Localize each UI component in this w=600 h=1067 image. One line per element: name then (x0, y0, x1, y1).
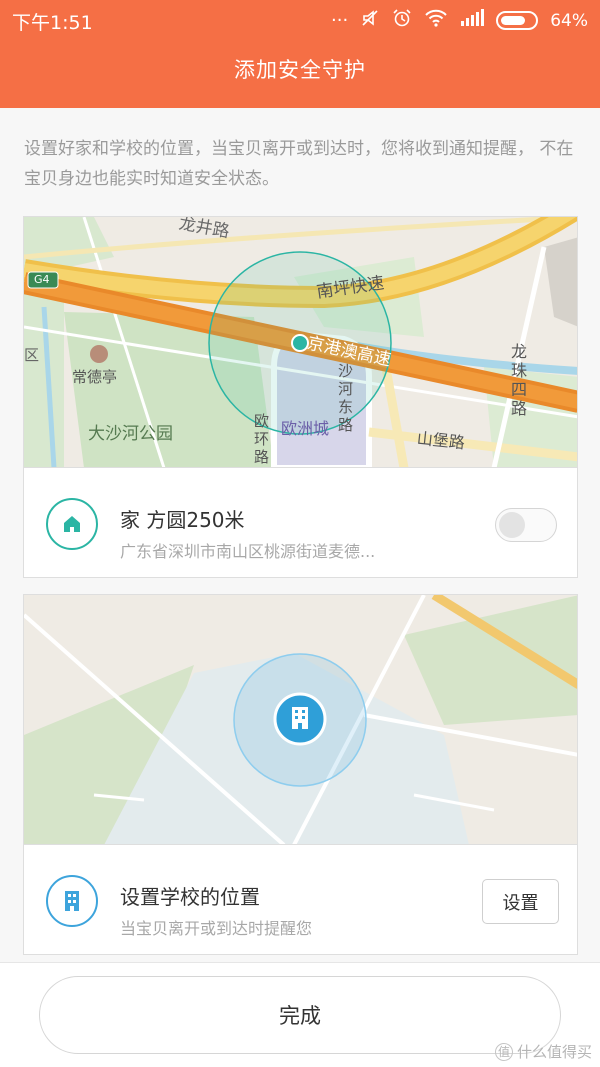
school-icon (46, 875, 98, 927)
intro-text: 设置好家和学校的位置，当宝贝离开或到达时，您将收到通知提醒， 不在宝贝身边也能实… (24, 139, 574, 189)
home-map[interactable]: 龙井路 G4 南坪快速 京港澳高速 区 常德亭 大沙河公园 欧洲城 沙河东路 欧… (24, 217, 577, 468)
map-label-highway-badge: G4 (34, 273, 50, 286)
watermark-text: 什么值得买 (516, 1043, 592, 1061)
map-label-park: 大沙河公园 (88, 424, 173, 444)
mute-icon (360, 8, 380, 33)
home-title: 家 方圆250米 (120, 508, 245, 532)
alarm-icon (392, 8, 412, 33)
map-label-district: 区 (24, 346, 40, 364)
app-header: 下午1:51 ··· 64% 添加安全守护 (0, 0, 600, 108)
map-label-village: 常德亭 (72, 368, 118, 386)
school-subtitle: 当宝贝离开或到达时提醒您 (120, 919, 313, 938)
watermark: 值 什么值得买 (494, 1041, 592, 1062)
battery-level: 64% (550, 10, 588, 31)
map-label-ouhuan-road: 欧环路 (254, 412, 270, 466)
home-address: 广东省深圳市南山区桃源街道麦德... (120, 542, 376, 561)
page-title: 添加安全守护 (234, 58, 366, 82)
bottom-bar: 完成 值 什么值得买 (0, 962, 600, 1067)
watermark-logo-icon: 值 (494, 1042, 513, 1061)
map-label-mall: 欧洲城 (281, 419, 330, 438)
map-label-shahe-road: 沙河东路 (338, 362, 354, 434)
battery-icon (496, 11, 539, 30)
school-card[interactable]: 设置学校的位置 当宝贝离开或到达时提醒您 设置 (23, 594, 578, 955)
done-button[interactable]: 完成 (39, 976, 561, 1054)
map-label-longzhu-road: 龙珠四路 (511, 342, 528, 418)
school-map[interactable] (24, 595, 577, 845)
status-time: 下午1:51 (12, 12, 93, 34)
home-row[interactable]: 家 方圆250米 广东省深圳市南山区桃源街道麦德... (24, 468, 577, 577)
home-icon (46, 498, 98, 550)
more-icon: ··· (331, 9, 349, 31)
home-card[interactable]: 龙井路 G4 南坪快速 京港澳高速 区 常德亭 大沙河公园 欧洲城 沙河东路 欧… (23, 216, 578, 578)
home-guard-toggle[interactable] (495, 508, 557, 542)
signal-icon (460, 9, 485, 32)
school-title: 设置学校的位置 (120, 885, 260, 909)
status-icons: ··· 64% (331, 8, 588, 33)
wifi-icon (424, 9, 448, 32)
map-label-shanbao-road: 山堡路 (415, 428, 466, 453)
status-bar: 下午1:51 ··· 64% (0, 0, 600, 40)
toggle-knob (499, 512, 525, 538)
set-school-button[interactable]: 设置 (482, 879, 559, 924)
school-row[interactable]: 设置学校的位置 当宝贝离开或到达时提醒您 设置 (24, 845, 577, 954)
